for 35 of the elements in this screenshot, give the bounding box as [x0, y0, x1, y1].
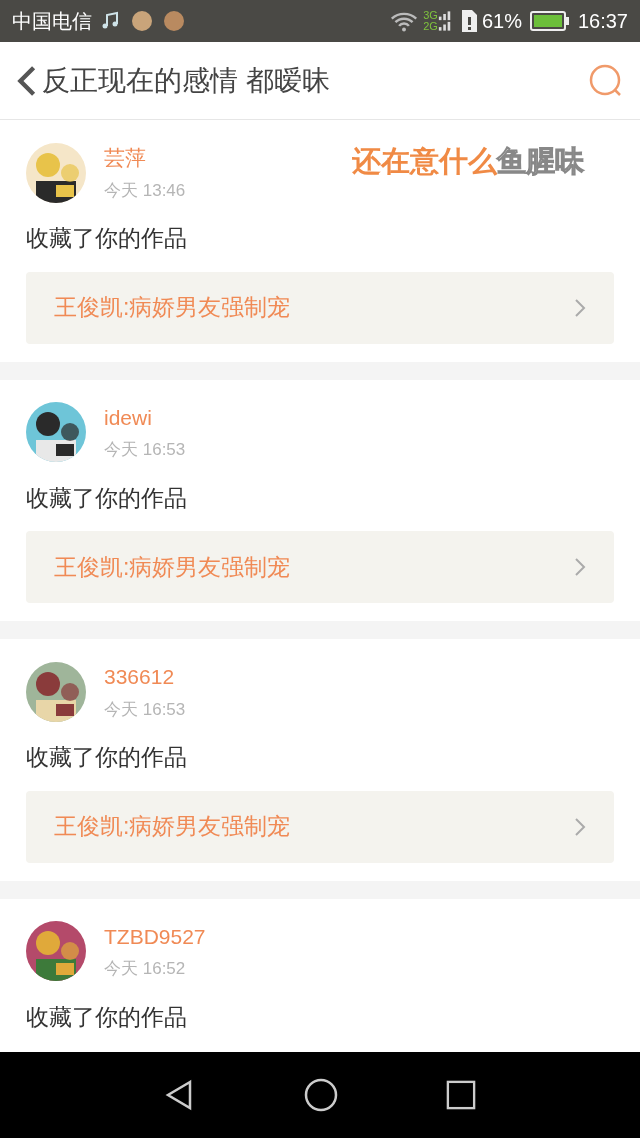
network-label: 3G — [423, 10, 438, 21]
sim-icon — [459, 9, 478, 33]
chevron-right-icon — [574, 297, 586, 318]
app-icon — [132, 11, 152, 31]
app-icon — [164, 11, 184, 31]
carrier-name: 中国电信 — [12, 9, 92, 34]
user-name[interactable]: 芸萍 — [104, 142, 186, 174]
chevron-right-icon — [574, 816, 586, 837]
work-link[interactable]: 王俊凯:病娇男友强制宠 — [26, 531, 614, 603]
action-text: 收藏了你的作品 — [26, 1002, 188, 1032]
timestamp: 今天 16:53 — [104, 439, 186, 461]
chevron-right-icon — [574, 557, 586, 577]
timestamp: 今天 13:46 — [104, 179, 186, 202]
timestamp: 今天 16:52 — [104, 958, 187, 980]
timestamp: 今天 16:53 — [104, 698, 186, 721]
page-title: 反正现在的感情 都暧昧 — [42, 63, 330, 98]
home-icon[interactable] — [303, 1077, 339, 1113]
battery-percent: 61% — [481, 9, 522, 34]
recents-icon[interactable] — [446, 1080, 477, 1110]
wifi-icon — [389, 10, 420, 32]
battery-icon — [529, 10, 570, 32]
action-text: 收藏了你的作品 — [26, 224, 188, 253]
network-label: 2G — [423, 21, 438, 32]
action-text: 收藏了你的作品 — [26, 743, 188, 772]
work-link[interactable]: 王俊凯:病娇男友强制宠 — [26, 790, 614, 863]
user-name[interactable]: TZBD9527 — [104, 920, 206, 952]
action-text: 收藏了你的作品 — [26, 483, 188, 513]
signal-icon — [437, 9, 452, 33]
work-link[interactable]: 王俊凯:病娇男友强制宠 — [26, 271, 614, 344]
music-icon — [100, 11, 120, 31]
clock: 16:37 — [577, 9, 628, 34]
user-name[interactable]: 336612 — [104, 661, 186, 693]
lyric-unsung: 鱼腥味 — [497, 144, 584, 179]
lyric-sung: 还在意什么 — [352, 144, 497, 179]
user-name[interactable]: idewi — [104, 401, 186, 433]
